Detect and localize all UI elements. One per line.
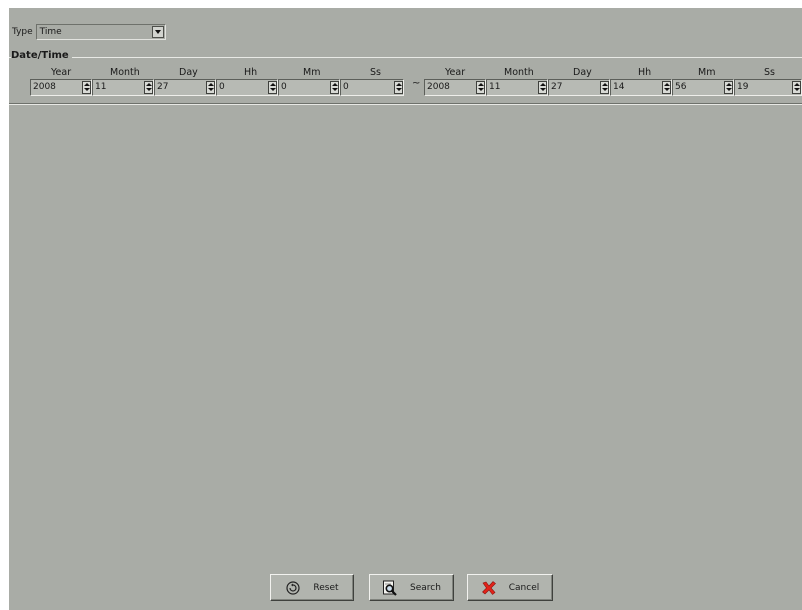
from-year-value: 2008 [33,82,56,92]
from-year-label: Year [51,67,72,78]
from-day-value: 27 [157,82,169,92]
type-dropdown-value: Time [39,27,62,37]
from-hour-value: 0 [219,82,225,92]
from-minute-label: Mm [303,67,321,78]
search-document-icon [382,580,398,596]
to-second-value: 19 [737,82,749,92]
to-hour-label: Hh [638,67,652,78]
group-border-bottom-highlight [9,104,802,105]
type-row: Type Time [12,23,166,41]
spin-arrows-icon[interactable] [724,81,733,94]
range-separator: ~ [412,78,421,89]
to-minute-label: Mm [698,67,716,78]
to-day-label: Day [573,67,592,78]
from-hour-spinbox[interactable]: 0 [216,79,278,96]
from-second-value: 0 [343,82,349,92]
to-hour-value: 14 [613,82,625,92]
to-day-spinbox[interactable]: 27 [548,79,610,96]
spin-arrows-icon[interactable] [792,81,801,94]
reset-button-label: Reset [313,582,339,593]
search-dialog: Type Time Date/Time Year Month Day Hh Mm… [9,8,802,610]
from-minute-value: 0 [281,82,287,92]
spin-arrows-icon[interactable] [144,81,153,94]
datetime-group-title: Date/Time [11,50,72,61]
from-day-spinbox[interactable]: 27 [154,79,216,96]
search-button[interactable]: Search [369,574,454,601]
from-hour-label: Hh [244,67,258,78]
from-month-value: 11 [95,82,107,92]
to-minute-spinbox[interactable]: 56 [672,79,734,96]
spin-arrows-icon[interactable] [394,81,403,94]
group-border-top [9,57,802,58]
to-hour-spinbox[interactable]: 14 [610,79,672,96]
to-month-spinbox[interactable]: 11 [486,79,548,96]
spin-arrows-icon[interactable] [82,81,91,94]
from-second-spinbox[interactable]: 0 [340,79,404,96]
from-minute-spinbox[interactable]: 0 [278,79,340,96]
to-minute-value: 56 [675,82,687,92]
spin-arrows-icon[interactable] [330,81,339,94]
from-second-label: Ss [370,67,381,78]
from-year-spinbox[interactable]: 2008 [30,79,92,96]
chevron-down-icon[interactable] [151,26,164,38]
to-month-label: Month [504,67,534,78]
cancel-x-icon [481,580,497,596]
spin-arrows-icon[interactable] [206,81,215,94]
to-year-label: Year [445,67,466,78]
spin-arrows-icon[interactable] [662,81,671,94]
cancel-button-label: Cancel [508,582,540,593]
to-day-value: 27 [551,82,563,92]
from-day-label: Day [179,67,198,78]
type-dropdown[interactable]: Time [35,24,166,40]
spin-arrows-icon[interactable] [268,81,277,94]
to-second-spinbox[interactable]: 19 [734,79,802,96]
to-year-value: 2008 [427,82,450,92]
spin-arrows-icon[interactable] [538,81,547,94]
reset-icon [285,580,301,596]
to-month-value: 11 [489,82,501,92]
to-year-spinbox[interactable]: 2008 [424,79,486,96]
from-month-spinbox[interactable]: 11 [92,79,154,96]
from-month-label: Month [110,67,140,78]
reset-button[interactable]: Reset [270,574,354,601]
spin-arrows-icon[interactable] [600,81,609,94]
search-button-label: Search [410,582,441,593]
to-second-label: Ss [764,67,775,78]
cancel-button[interactable]: Cancel [467,574,553,601]
type-label: Type [12,27,33,37]
spin-arrows-icon[interactable] [476,81,485,94]
